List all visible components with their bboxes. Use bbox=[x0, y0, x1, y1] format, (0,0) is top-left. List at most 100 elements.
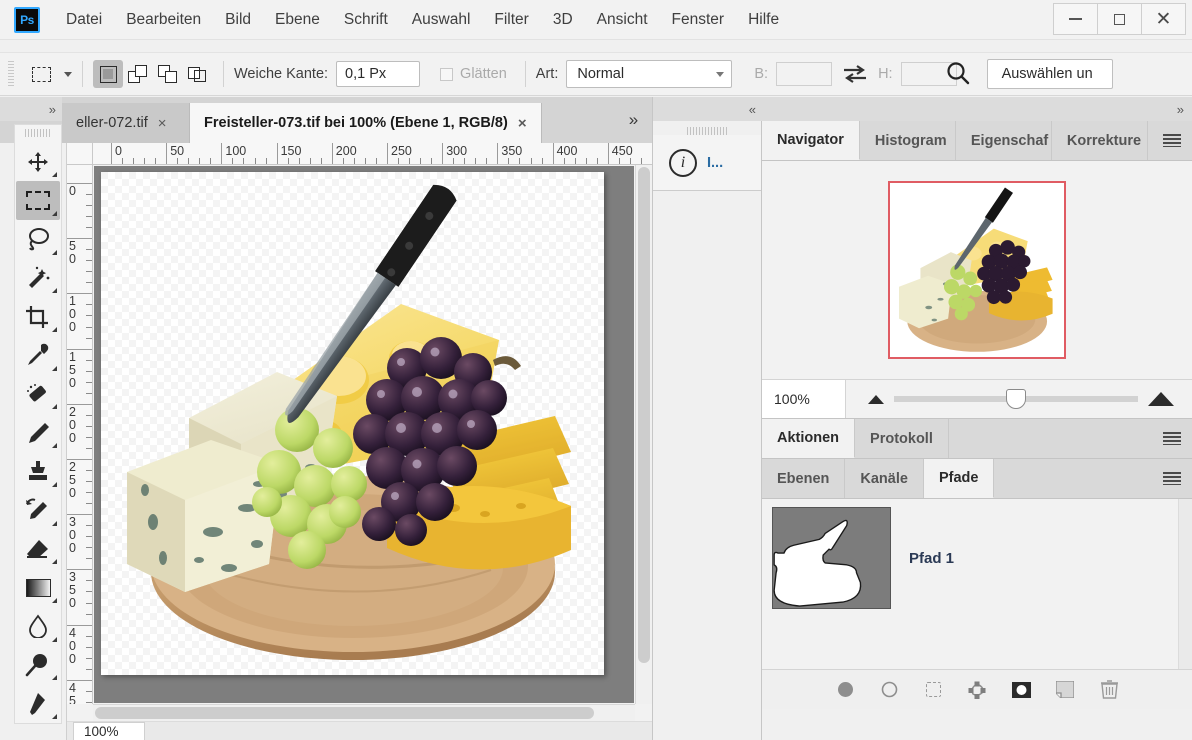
delete-path-icon[interactable] bbox=[1098, 679, 1120, 701]
ruler-minor-tick bbox=[67, 525, 93, 526]
menu-3d[interactable]: 3D bbox=[541, 7, 585, 33]
document-tab-label: eller-072.tif bbox=[76, 115, 148, 131]
tab-korrekturen[interactable]: Korrekture bbox=[1052, 121, 1148, 160]
tab-ebenen[interactable]: Ebenen bbox=[762, 459, 845, 498]
close-icon[interactable]: × bbox=[518, 115, 527, 132]
document-tab-072[interactable]: eller-072.tif × bbox=[62, 103, 190, 143]
menu-filter[interactable]: Filter bbox=[482, 7, 540, 33]
menu-schrift[interactable]: Schrift bbox=[332, 7, 400, 33]
new-selection-button[interactable] bbox=[93, 60, 123, 88]
path-row[interactable]: Pfad 1 bbox=[762, 499, 1192, 617]
style-select[interactable]: Normal bbox=[566, 60, 732, 88]
ruler-minor-tick bbox=[67, 647, 93, 648]
scrollbar-thumb[interactable] bbox=[638, 167, 650, 663]
canvas-backdrop[interactable] bbox=[94, 166, 634, 703]
ruler-minor-tick bbox=[542, 143, 543, 165]
tab-kanaele[interactable]: Kanäle bbox=[845, 459, 924, 498]
tab-eigenschaften[interactable]: Eigenschaf bbox=[956, 121, 1052, 160]
info-dock-collapse-button[interactable]: « bbox=[652, 97, 762, 121]
tab-navigator[interactable]: Navigator bbox=[762, 121, 860, 160]
eraser-tool[interactable] bbox=[16, 530, 60, 569]
lasso-tool[interactable] bbox=[16, 220, 60, 259]
navigator-zoom-slider-knob[interactable] bbox=[1006, 389, 1026, 409]
dodge-tool[interactable] bbox=[16, 646, 60, 685]
move-tool[interactable] bbox=[16, 143, 60, 182]
history-brush-tool[interactable] bbox=[16, 491, 60, 530]
subtract-from-selection-button[interactable] bbox=[153, 60, 183, 88]
path-thumbnail[interactable] bbox=[772, 507, 891, 609]
tab-protokoll[interactable]: Protokoll bbox=[855, 419, 949, 458]
ruler-origin[interactable] bbox=[67, 143, 93, 165]
menu-datei[interactable]: Datei bbox=[54, 7, 114, 33]
small-mountain-icon[interactable] bbox=[868, 395, 884, 404]
close-icon[interactable]: × bbox=[158, 115, 167, 132]
info-dock-grip[interactable] bbox=[687, 127, 727, 135]
swap-arrows-icon[interactable] bbox=[842, 63, 868, 85]
menu-bearbeiten[interactable]: Bearbeiten bbox=[114, 7, 213, 33]
right-dock-collapse-button[interactable]: » bbox=[762, 97, 1192, 121]
large-mountain-icon[interactable] bbox=[1148, 392, 1174, 406]
toolbar-expand-button[interactable]: » bbox=[0, 97, 62, 121]
horizontal-ruler[interactable]: 05010015020025030035040045050 bbox=[93, 143, 652, 165]
stroke-path-icon[interactable] bbox=[878, 679, 900, 701]
new-path-icon[interactable] bbox=[1054, 679, 1076, 701]
add-layer-mask-icon[interactable] bbox=[1010, 679, 1032, 701]
magic-wand-tool[interactable] bbox=[16, 259, 60, 298]
canvas-horizontal-scrollbar[interactable] bbox=[93, 704, 635, 721]
info-panel-button[interactable]: i I... bbox=[653, 135, 761, 191]
tools-panel-grip[interactable] bbox=[25, 129, 51, 137]
navigator-preview[interactable] bbox=[762, 161, 1192, 379]
document-tab-073[interactable]: Freisteller-073.tif bei 100% (Ebene 1, R… bbox=[190, 103, 542, 143]
rectangular-marquee-icon[interactable] bbox=[26, 61, 56, 87]
menu-hilfe[interactable]: Hilfe bbox=[736, 7, 791, 33]
select-and-mask-button[interactable]: Auswählen un bbox=[987, 59, 1113, 89]
status-zoom-value[interactable]: 100% bbox=[73, 722, 145, 740]
crop-tool[interactable] bbox=[16, 297, 60, 336]
panel-menu-icon[interactable] bbox=[1152, 121, 1192, 160]
fill-path-icon[interactable] bbox=[834, 679, 856, 701]
document-image[interactable] bbox=[101, 172, 604, 675]
magnifier-icon[interactable] bbox=[943, 59, 973, 89]
maximize-button[interactable] bbox=[1097, 3, 1142, 35]
menu-ansicht[interactable]: Ansicht bbox=[585, 7, 660, 33]
tab-histogramm[interactable]: Histogram bbox=[860, 121, 956, 160]
eyedropper-tool[interactable] bbox=[16, 336, 60, 375]
clone-stamp-tool[interactable] bbox=[16, 452, 60, 491]
load-path-as-selection-icon[interactable] bbox=[922, 679, 944, 701]
panel-menu-icon[interactable] bbox=[1152, 419, 1192, 458]
options-bar-grip[interactable] bbox=[8, 61, 14, 87]
spot-healing-brush-tool[interactable] bbox=[16, 375, 60, 414]
menu-ebene[interactable]: Ebene bbox=[263, 7, 332, 33]
vertical-ruler[interactable]: 05010015020025030035040045050 bbox=[67, 165, 93, 704]
ruler-minor-tick bbox=[67, 547, 93, 548]
close-button[interactable]: ✕ bbox=[1141, 3, 1186, 35]
add-to-selection-button[interactable] bbox=[123, 60, 153, 88]
navigator-zoom-input[interactable]: 100% bbox=[762, 380, 846, 418]
blur-tool[interactable] bbox=[16, 607, 60, 646]
actions-panel-tabs: Aktionen Protokoll bbox=[762, 419, 1192, 459]
width-input[interactable] bbox=[776, 62, 832, 86]
canvas-vertical-scrollbar[interactable] bbox=[635, 165, 652, 704]
tool-preset-chevron-down-icon[interactable] bbox=[64, 72, 72, 77]
scrollbar-thumb[interactable] bbox=[95, 707, 594, 719]
make-work-path-icon[interactable] bbox=[966, 679, 988, 701]
brush-tool[interactable] bbox=[16, 413, 60, 452]
gradient-tool[interactable] bbox=[16, 568, 60, 607]
tab-pfade[interactable]: Pfade bbox=[924, 459, 995, 498]
menu-bild[interactable]: Bild bbox=[213, 7, 263, 33]
ruler-tick: 350 bbox=[497, 143, 498, 165]
minimize-button[interactable] bbox=[1053, 3, 1098, 35]
menu-auswahl[interactable]: Auswahl bbox=[400, 7, 483, 33]
rectangular-marquee-tool[interactable] bbox=[16, 181, 60, 220]
panel-menu-icon[interactable] bbox=[1152, 459, 1192, 498]
height-label: H: bbox=[878, 66, 893, 82]
menu-fenster[interactable]: Fenster bbox=[660, 7, 737, 33]
document-tabs-overflow-button[interactable]: » bbox=[612, 97, 652, 143]
intersect-with-selection-button[interactable] bbox=[183, 60, 213, 88]
navigator-zoom-slider[interactable] bbox=[894, 396, 1138, 402]
pen-tool[interactable] bbox=[16, 684, 60, 723]
feather-input[interactable]: 0,1 Px bbox=[336, 61, 420, 87]
navigator-thumbnail[interactable] bbox=[888, 181, 1066, 359]
antialias-checkbox[interactable] bbox=[440, 68, 453, 81]
tab-aktionen[interactable]: Aktionen bbox=[762, 419, 855, 458]
